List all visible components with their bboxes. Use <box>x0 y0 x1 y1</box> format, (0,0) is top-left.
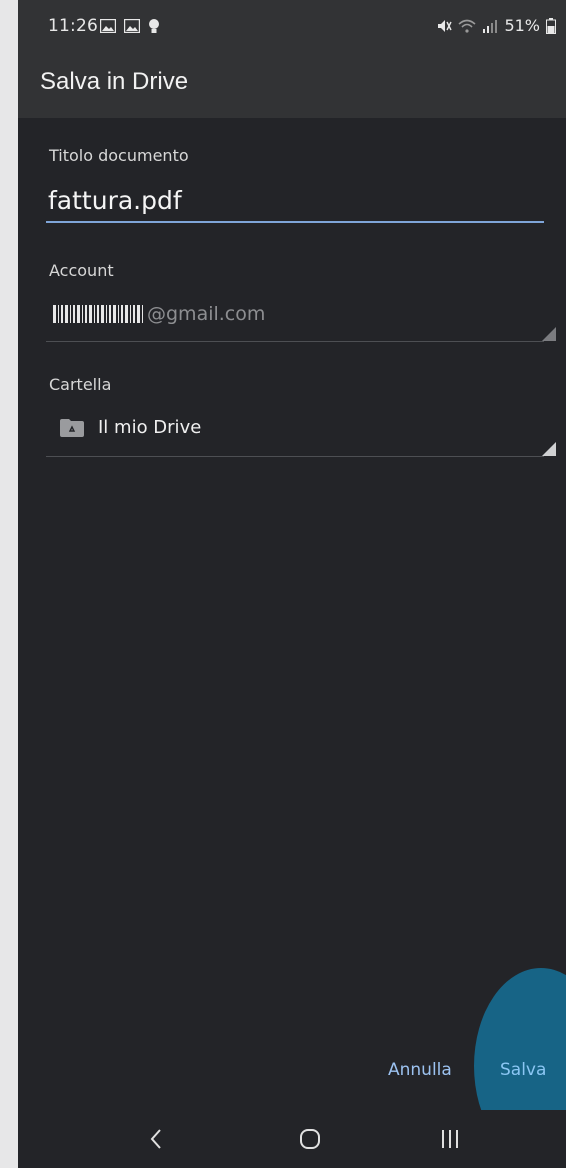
account-email-domain: @gmail.com <box>147 303 266 325</box>
battery-percent: 51% <box>504 16 540 35</box>
nav-back-button[interactable] <box>132 1118 180 1160</box>
signal-icon <box>483 19 498 33</box>
title-input[interactable] <box>46 182 528 218</box>
folder-select[interactable]: Il mio Drive <box>60 417 201 438</box>
redacted-email-user <box>53 305 145 323</box>
battery-icon <box>546 17 556 34</box>
account-field-underline <box>46 341 544 342</box>
status-bar: 11:26 51% <box>18 0 566 54</box>
status-right: 51% <box>436 16 556 35</box>
system-nav-bar <box>18 1110 566 1168</box>
folder-field-label: Cartella <box>49 375 112 394</box>
folder-field-underline <box>46 456 544 457</box>
mute-icon <box>438 19 453 32</box>
cancel-button[interactable]: Annulla <box>382 1056 458 1084</box>
page-title: Salva in Drive <box>40 68 189 95</box>
account-field-label: Account <box>49 261 114 280</box>
account-dropdown-icon <box>542 327 556 341</box>
save-button[interactable]: Salva <box>494 1056 552 1084</box>
folder-name: Il mio Drive <box>98 417 202 438</box>
account-select[interactable]: @gmail.com <box>53 303 265 325</box>
drive-folder-icon <box>60 418 84 437</box>
nav-recents-button[interactable] <box>426 1118 474 1160</box>
app-bar: Salva in Drive <box>18 54 566 118</box>
gallery-icon <box>124 19 140 33</box>
phone-screen: 11:26 51% Salva in Drive Titolo document… <box>18 0 566 1168</box>
status-time: 11:26 <box>48 16 98 36</box>
title-field-underline <box>46 221 544 223</box>
recents-icon <box>442 1130 458 1148</box>
back-icon <box>150 1129 161 1149</box>
gallery-icon <box>100 19 116 33</box>
folder-dropdown-icon <box>542 442 556 456</box>
bulb-icon <box>149 19 159 33</box>
home-icon <box>300 1129 320 1149</box>
nav-home-button[interactable] <box>286 1118 334 1160</box>
wifi-icon <box>458 19 476 33</box>
notification-icons <box>100 18 160 34</box>
title-field-label: Titolo documento <box>49 146 189 165</box>
